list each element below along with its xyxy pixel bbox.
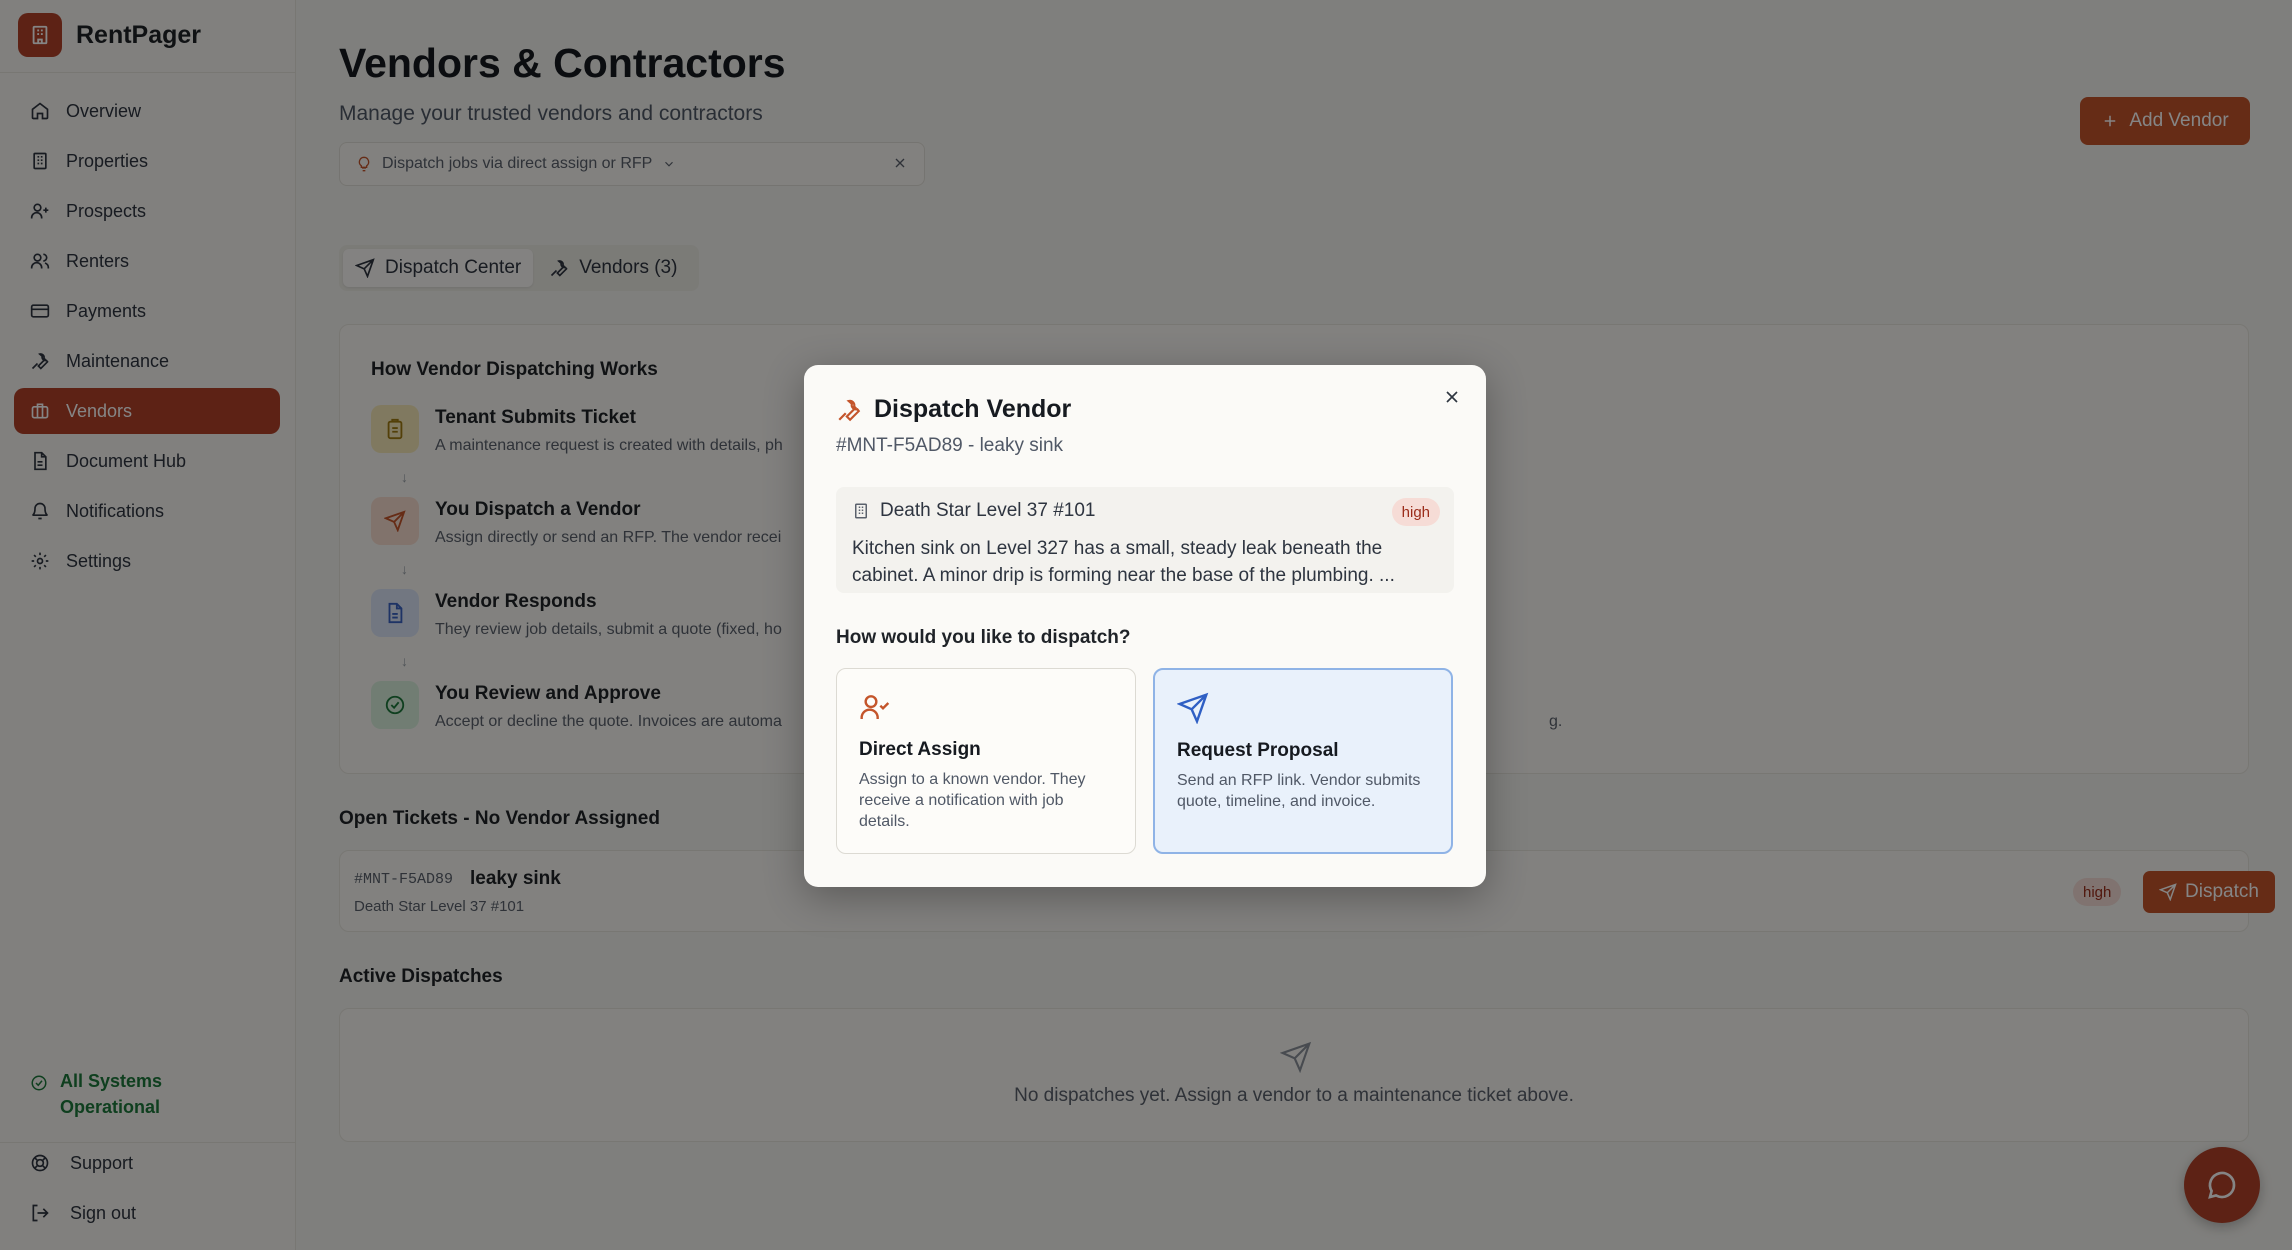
dialog-title: Dispatch Vendor (836, 395, 1071, 424)
wrench-icon (838, 399, 861, 421)
property-label: Death Star Level 37 #101 (852, 500, 1096, 522)
dialog-title-text: Dispatch Vendor (874, 395, 1072, 423)
user-check-icon (860, 695, 890, 719)
option-description: Assign to a known vendor. They receive a… (859, 771, 1086, 830)
send-icon (1177, 692, 1209, 724)
ticket-description: Kitchen sink on Level 327 has a small, s… (852, 538, 1395, 586)
option-title: Request Proposal (1177, 740, 1339, 761)
dispatch-question: How would you like to dispatch? (836, 627, 1131, 648)
property-name: Death Star Level 37 #101 (880, 500, 1096, 521)
building-icon (855, 503, 867, 519)
priority-badge: high (1391, 498, 1440, 526)
close-icon[interactable] (1442, 387, 1462, 407)
request-proposal-option[interactable]: Request Proposal Send an RFP link. Vendo… (1153, 668, 1453, 854)
option-title: Direct Assign (859, 739, 981, 760)
direct-assign-option[interactable]: Direct Assign Assign to a known vendor. … (836, 668, 1136, 854)
ticket-summary: Death Star Level 37 #101 high Kitchen si… (836, 487, 1454, 593)
dialog-subtitle: #MNT-F5AD89 - leaky sink (836, 435, 1064, 456)
option-description: Send an RFP link. Vendor submits quote, … (1177, 772, 1421, 810)
dispatch-vendor-dialog: Dispatch Vendor #MNT-F5AD89 - leaky sink… (804, 365, 1486, 887)
